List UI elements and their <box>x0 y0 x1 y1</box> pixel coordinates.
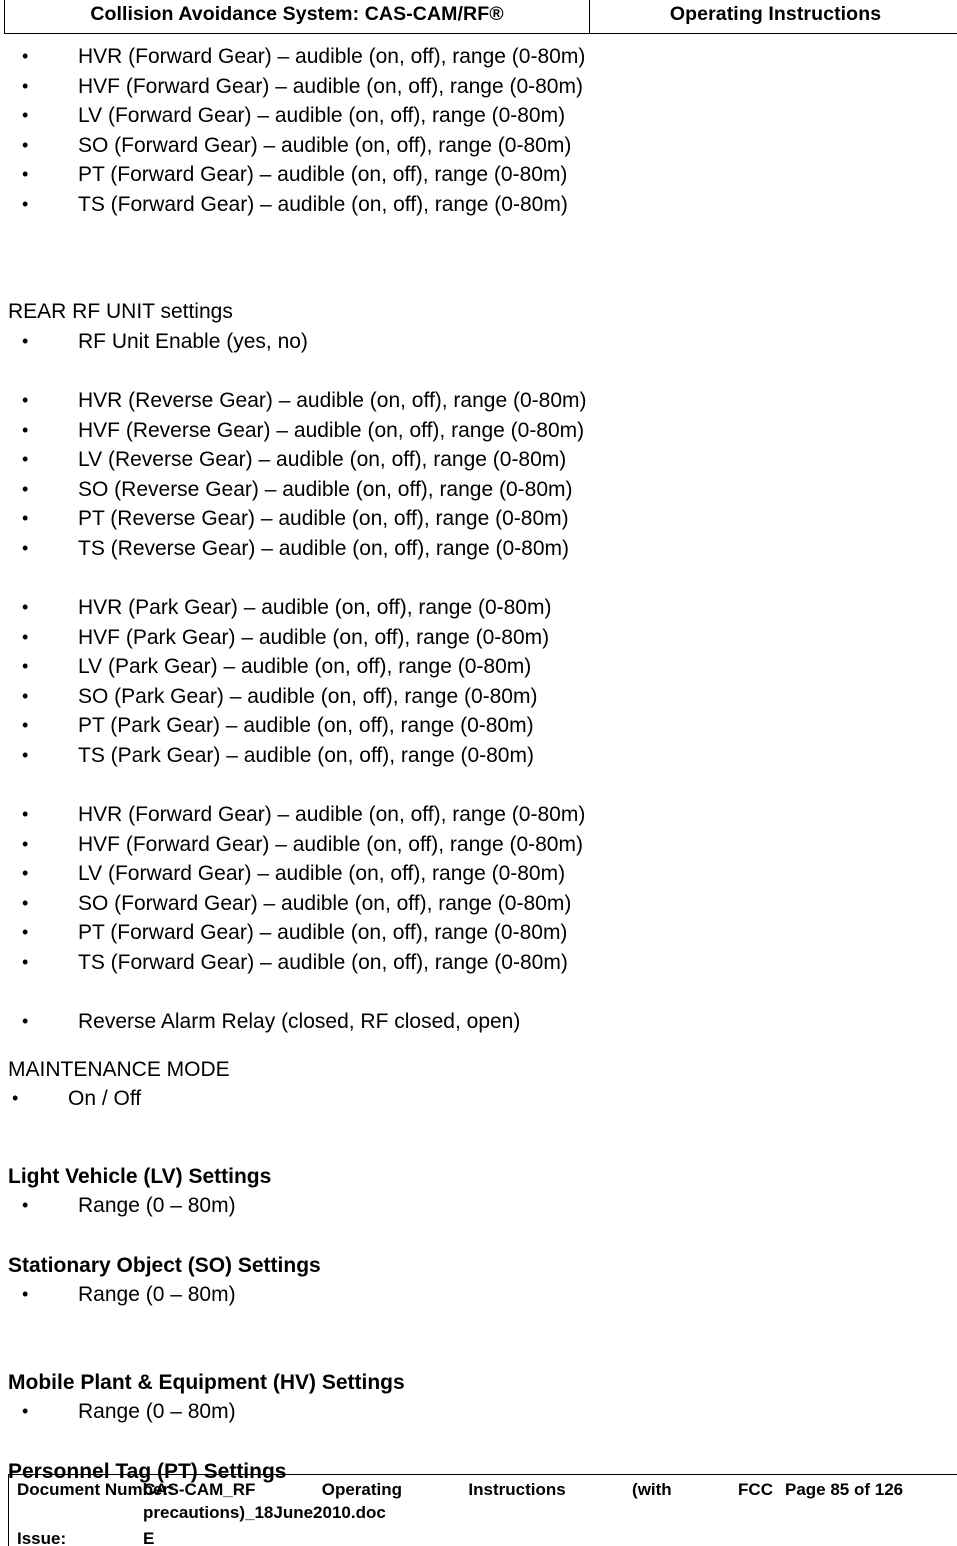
list-item: PT (Forward Gear) – audible (on, off), r… <box>0 160 957 190</box>
list-item: HVR (Reverse Gear) – audible (on, off), … <box>0 386 957 416</box>
list-item: PT (Forward Gear) – audible (on, off), r… <box>0 918 957 948</box>
page-header-row: Collision Avoidance System: CAS-CAM/RF® … <box>4 0 957 34</box>
list-item: LV (Reverse Gear) – audible (on, off), r… <box>0 445 957 475</box>
list-item: HVR (Forward Gear) – audible (on, off), … <box>0 42 957 72</box>
hv-settings-heading: Mobile Plant & Equipment (HV) Settings <box>8 1370 405 1394</box>
list-item: SO (Reverse Gear) – audible (on, off), r… <box>0 475 957 505</box>
so-settings-list: Range (0 – 80m) <box>0 1280 957 1310</box>
list-item: PT (Park Gear) – audible (on, off), rang… <box>0 711 957 741</box>
footer-document-number-line2: precautions)_18June2010.doc <box>143 1502 386 1522</box>
list-item: TS (Forward Gear) – audible (on, off), r… <box>0 948 957 978</box>
footer-issue-value-cell: E <box>143 1526 779 1546</box>
list-item: SO (Park Gear) – audible (on, off), rang… <box>0 682 957 712</box>
footer-document-number-line1: CAS-CAM_RF Operating Instructions (with … <box>143 1480 773 1499</box>
reverse-gear-list: HVR (Reverse Gear) – audible (on, off), … <box>0 386 957 563</box>
lv-settings-heading: Light Vehicle (LV) Settings <box>8 1164 272 1188</box>
list-item: LV (Park Gear) – audible (on, off), rang… <box>0 652 957 682</box>
rf-unit-enable-list: RF Unit Enable (yes, no) <box>0 327 957 357</box>
footer-row-document-number: Document Number: CAS-CAM_RF Operating In… <box>9 1475 957 1527</box>
list-item: HVF (Reverse Gear) – audible (on, off), … <box>0 416 957 446</box>
footer-issue-value: E <box>143 1529 155 1546</box>
footer-document-number-label: Document Number: <box>17 1480 175 1499</box>
footer-issue-spacer <box>779 1526 957 1546</box>
page-header-table: Collision Avoidance System: CAS-CAM/RF® … <box>4 0 957 34</box>
maintenance-mode-list: On / Off <box>0 1084 957 1114</box>
list-item: PT (Reverse Gear) – audible (on, off), r… <box>0 504 957 534</box>
reverse-alarm-relay-list: Reverse Alarm Relay (closed, RF closed, … <box>0 1007 957 1037</box>
maintenance-mode-heading: MAINTENANCE MODE <box>8 1057 230 1081</box>
list-item: TS (Park Gear) – audible (on, off), rang… <box>0 741 957 771</box>
list-item: HVF (Park Gear) – audible (on, off), ran… <box>0 623 957 653</box>
hv-settings-list: Range (0 – 80m) <box>0 1397 957 1427</box>
list-item: SO (Forward Gear) – audible (on, off), r… <box>0 889 957 919</box>
footer-document-number-value: CAS-CAM_RF Operating Instructions (with … <box>143 1475 779 1527</box>
forward-gear-list-2: HVR (Forward Gear) – audible (on, off), … <box>0 800 957 977</box>
list-item: LV (Forward Gear) – audible (on, off), r… <box>0 101 957 131</box>
list-item: Range (0 – 80m) <box>0 1191 957 1221</box>
list-item: HVF (Forward Gear) – audible (on, off), … <box>0 72 957 102</box>
park-gear-list: HVR (Park Gear) – audible (on, off), ran… <box>0 593 957 770</box>
header-document-title: Collision Avoidance System: CAS-CAM/RF® <box>4 0 590 34</box>
footer-page-number: Page 85 of 126 <box>785 1480 904 1499</box>
list-item: HVF (Forward Gear) – audible (on, off), … <box>0 830 957 860</box>
document-body: HVR (Forward Gear) – audible (on, off), … <box>0 42 957 1486</box>
list-item: HVR (Park Gear) – audible (on, off), ran… <box>0 593 957 623</box>
forward-gear-list-1: HVR (Forward Gear) – audible (on, off), … <box>0 42 957 219</box>
footer-issue-label: Issue: <box>17 1529 67 1546</box>
list-item: Range (0 – 80m) <box>0 1397 957 1427</box>
page-footer-table: Document Number: CAS-CAM_RF Operating In… <box>8 1474 957 1546</box>
list-item: TS (Forward Gear) – audible (on, off), r… <box>0 190 957 220</box>
list-item: SO (Forward Gear) – audible (on, off), r… <box>0 131 957 161</box>
list-item: TS (Reverse Gear) – audible (on, off), r… <box>0 534 957 564</box>
list-item: HVR (Forward Gear) – audible (on, off), … <box>0 800 957 830</box>
list-item: Reverse Alarm Relay (closed, RF closed, … <box>0 1007 957 1037</box>
document-page: Collision Avoidance System: CAS-CAM/RF® … <box>0 0 957 1546</box>
list-item: Range (0 – 80m) <box>0 1280 957 1310</box>
lv-settings-list: Range (0 – 80m) <box>0 1191 957 1221</box>
list-item: LV (Forward Gear) – audible (on, off), r… <box>0 859 957 889</box>
rear-rf-unit-heading: REAR RF UNIT settings <box>8 300 233 323</box>
list-item: RF Unit Enable (yes, no) <box>0 327 957 357</box>
footer-row-issue: Issue: E <box>9 1526 957 1546</box>
header-document-subtitle: Operating Instructions <box>589 0 957 34</box>
so-settings-heading: Stationary Object (SO) Settings <box>8 1253 321 1277</box>
list-item: On / Off <box>0 1084 957 1114</box>
